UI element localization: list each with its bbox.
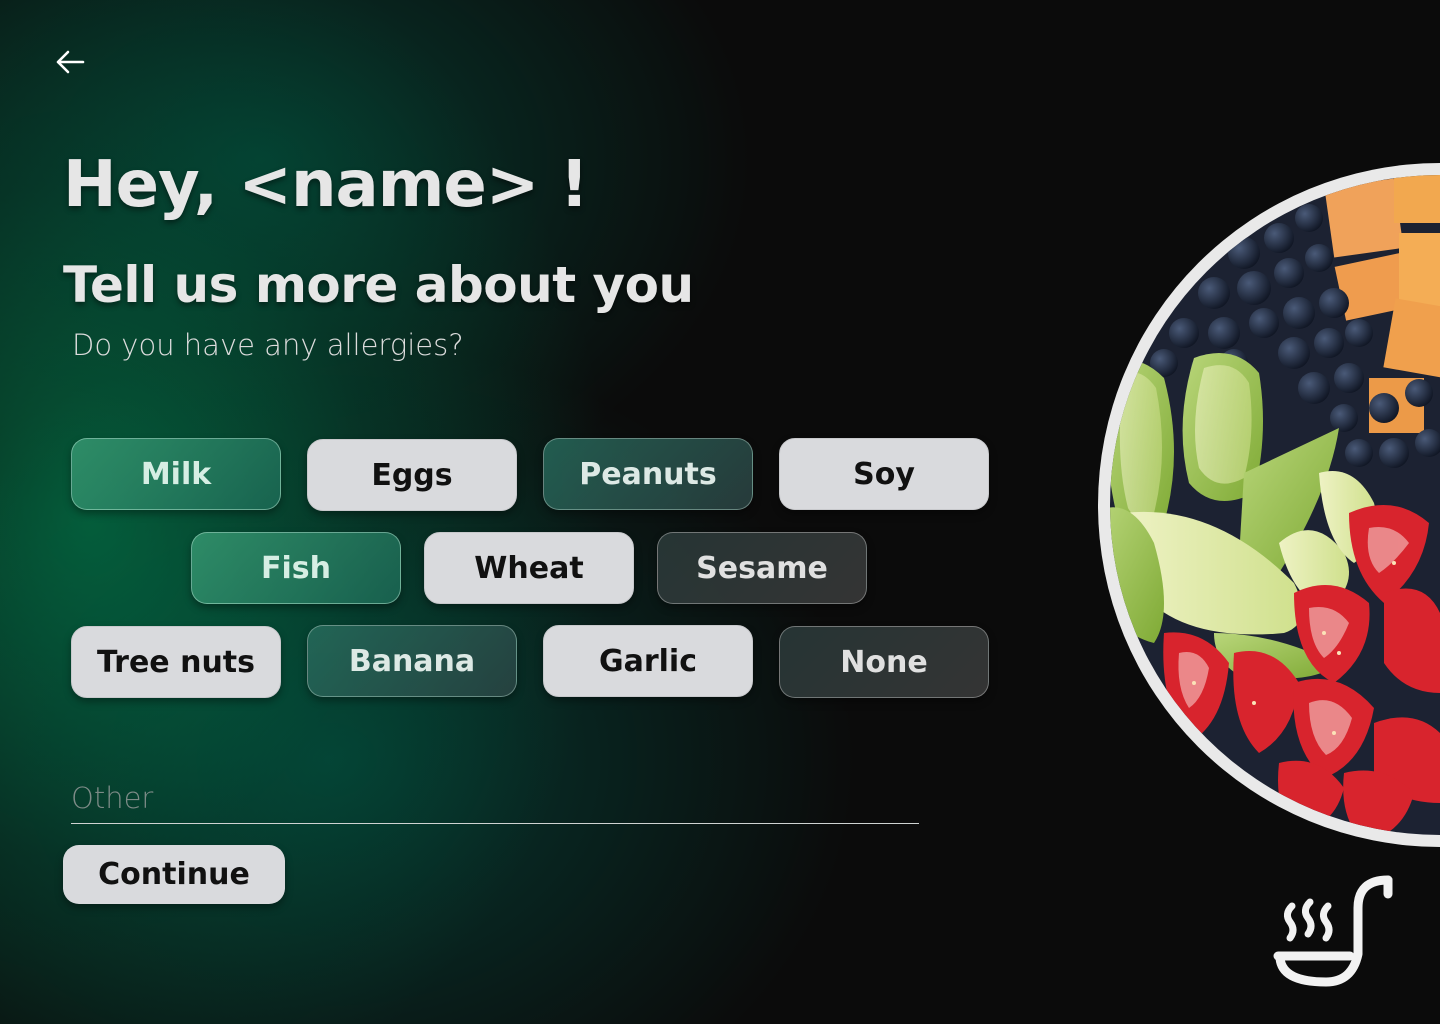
allergy-chip-peanuts[interactable]: Peanuts bbox=[543, 438, 753, 510]
allergy-chip-tree-nuts[interactable]: Tree nuts bbox=[71, 626, 281, 698]
allergy-chip-none[interactable]: None bbox=[779, 626, 989, 698]
allergy-chip-wheat[interactable]: Wheat bbox=[424, 532, 634, 604]
allergy-onboarding-screen: Hey, <name> ! Tell us more about you Do … bbox=[0, 0, 1440, 1024]
allergy-chip-fish[interactable]: Fish bbox=[191, 532, 401, 604]
continue-button[interactable]: Continue bbox=[63, 845, 285, 904]
allergy-question: Do you have any allergies? bbox=[72, 328, 464, 362]
allergy-chip-sesame[interactable]: Sesame bbox=[657, 532, 867, 604]
allergy-chip-garlic[interactable]: Garlic bbox=[543, 625, 753, 697]
arrow-left-icon bbox=[56, 50, 85, 74]
allergy-chip-soy[interactable]: Soy bbox=[779, 438, 989, 510]
greeting-subtitle: Tell us more about you bbox=[63, 256, 694, 314]
other-allergy-input[interactable] bbox=[71, 772, 919, 824]
greeting-title: Hey, <name> ! bbox=[63, 148, 589, 222]
ladle-steam-logo bbox=[1273, 875, 1393, 987]
allergy-chip-eggs[interactable]: Eggs bbox=[307, 439, 517, 511]
back-button[interactable] bbox=[52, 44, 88, 80]
allergy-chip-banana[interactable]: Banana bbox=[307, 625, 517, 697]
allergy-chip-milk[interactable]: Milk bbox=[71, 438, 281, 510]
fruit-bowl-image bbox=[1098, 163, 1440, 847]
